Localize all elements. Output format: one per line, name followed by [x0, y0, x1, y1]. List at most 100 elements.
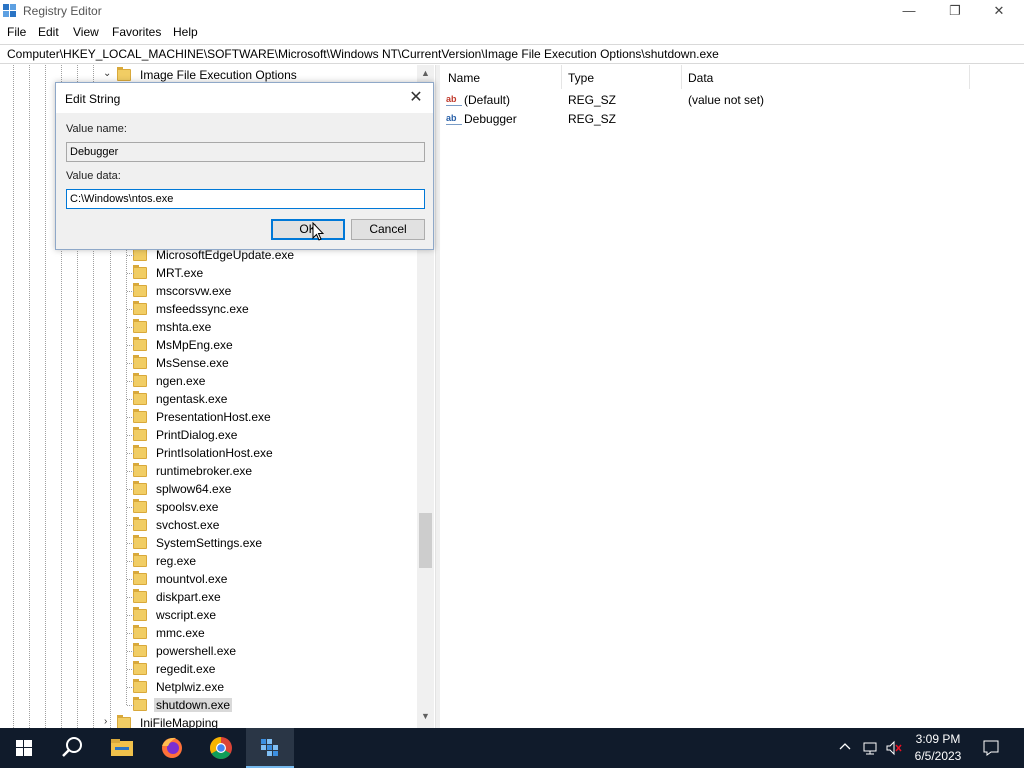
value-type: REG_SZ: [568, 93, 617, 107]
tree-item-label: SystemSettings.exe: [156, 536, 263, 550]
menu-edit[interactable]: Edit: [38, 25, 59, 39]
column-header-data[interactable]: Data: [680, 65, 970, 89]
registry-editor-taskbar-icon[interactable]: [246, 728, 294, 768]
folder-icon: [133, 697, 147, 711]
tree-item-label: wscript.exe: [156, 608, 217, 622]
value-data-label: Value data:: [66, 170, 121, 182]
tree-item-label: diskpart.exe: [156, 590, 221, 604]
folder-icon: [133, 247, 147, 261]
folder-icon: [133, 355, 147, 369]
tree-item-label: shutdown.exe: [154, 698, 233, 712]
registry-editor-icon: [3, 4, 17, 18]
tree-item-label: PresentationHost.exe: [156, 410, 271, 424]
firefox-icon[interactable]: [148, 728, 196, 768]
folder-icon: [133, 661, 147, 675]
folder-icon: [133, 499, 147, 513]
folder-icon: [133, 517, 147, 531]
values-list[interactable]: Name Type Data ab (Default) REG_SZ (valu…: [440, 65, 1024, 728]
close-button[interactable]: ✕: [976, 0, 1022, 22]
folder-icon: [133, 337, 147, 351]
folder-icon: [133, 535, 147, 549]
string-value-icon: ab: [446, 111, 462, 125]
value-name: (Default): [464, 93, 511, 107]
folder-icon: [133, 319, 147, 333]
search-icon[interactable]: [48, 728, 96, 768]
address-bar[interactable]: Computer\HKEY_LOCAL_MACHINE\SOFTWARE\Mic…: [0, 44, 1024, 64]
value-name-field: Debugger: [66, 142, 425, 162]
menu-view[interactable]: View: [73, 25, 99, 39]
folder-icon: [133, 679, 147, 693]
cancel-button[interactable]: Cancel: [351, 219, 425, 240]
folder-icon: [133, 553, 147, 567]
folder-icon: [133, 589, 147, 603]
tree-item-label: MicrosoftEdgeUpdate.exe: [156, 248, 295, 262]
tree-item-label: spoolsv.exe: [156, 500, 219, 514]
menu-favorites[interactable]: Favorites: [112, 25, 161, 39]
dialog-title-bar: Edit String ✕: [56, 83, 433, 113]
folder-icon: [133, 391, 147, 405]
window-title: Registry Editor: [23, 4, 102, 18]
tree-item-label: regedit.exe: [156, 662, 216, 676]
menu-help[interactable]: Help: [173, 25, 198, 39]
network-icon[interactable]: [862, 740, 878, 756]
folder-icon: [133, 625, 147, 639]
tree-item-label: MsMpEng.exe: [156, 338, 233, 352]
folder-icon: [117, 67, 131, 81]
chevron-up-icon[interactable]: [838, 740, 852, 754]
tree-item-label: powershell.exe: [156, 644, 237, 658]
folder-icon: [133, 301, 147, 315]
tree-item-label: ngentask.exe: [156, 392, 228, 406]
tree-item-label: ngen.exe: [156, 374, 206, 388]
folder-icon: [133, 373, 147, 387]
menu-file[interactable]: File: [7, 25, 26, 39]
taskbar: 3:09 PM 6/5/2023: [0, 728, 1024, 768]
folder-icon: [133, 283, 147, 297]
clock-date[interactable]: 6/5/2023: [906, 749, 970, 763]
folder-icon: [133, 481, 147, 495]
tree-item-label: PrintDialog.exe: [156, 428, 238, 442]
file-explorer-icon[interactable]: [98, 728, 146, 768]
column-header-name[interactable]: Name: [440, 65, 562, 89]
title-bar: Registry Editor — ❐ ✕: [0, 0, 1024, 22]
start-icon[interactable]: [0, 728, 48, 768]
value-type: REG_SZ: [568, 112, 617, 126]
tree-item-label: Netplwiz.exe: [156, 680, 225, 694]
dialog-title: Edit String: [65, 92, 121, 106]
folder-icon: [133, 463, 147, 477]
dialog-close-button[interactable]: ✕: [405, 87, 427, 109]
tree-item-label: MRT.exe: [156, 266, 204, 280]
folder-icon: [133, 445, 147, 459]
tree-item-label: PrintIsolationHost.exe: [156, 446, 273, 460]
tree-item-label: mmc.exe: [156, 626, 205, 640]
chrome-icon[interactable]: [197, 728, 245, 768]
folder-icon: [133, 571, 147, 585]
folder-icon: [133, 265, 147, 279]
folder-icon: [133, 643, 147, 657]
tree-item-label: splwow64.exe: [156, 482, 232, 496]
collapse-chevron-icon[interactable]: ⌄: [103, 68, 111, 79]
folder-icon: [133, 409, 147, 423]
value-row[interactable]: ab (Default) REG_SZ (value not set): [440, 90, 1024, 109]
minimize-button[interactable]: —: [886, 0, 932, 22]
volume-muted-icon[interactable]: [885, 740, 903, 756]
ok-button[interactable]: OK: [271, 219, 345, 240]
scroll-up-arrow-icon[interactable]: ▲: [417, 65, 434, 82]
value-row[interactable]: ab Debugger REG_SZ: [440, 109, 1024, 128]
notifications-icon[interactable]: [982, 739, 1000, 757]
tree-item-label: svchost.exe: [156, 518, 220, 532]
column-header-type[interactable]: Type: [560, 65, 682, 89]
value-data-field[interactable]: C:\Windows\ntos.exe: [66, 189, 425, 209]
scroll-down-arrow-icon[interactable]: ▼: [417, 708, 434, 725]
tree-item-label: runtimebroker.exe: [156, 464, 253, 478]
value-name-label: Value name:: [66, 123, 127, 135]
scroll-thumb[interactable]: [419, 513, 432, 568]
restore-button[interactable]: ❐: [932, 0, 978, 22]
clock-time[interactable]: 3:09 PM: [906, 732, 970, 746]
tree-item-label: reg.exe: [156, 554, 197, 568]
tree-item-label: mountvol.exe: [156, 572, 228, 586]
expand-chevron-icon[interactable]: ›: [104, 716, 107, 727]
tree-item-label: MsSense.exe: [156, 356, 229, 370]
folder-icon: [133, 607, 147, 621]
tree-item-label: mscorsvw.exe: [156, 284, 232, 298]
folder-icon: [133, 427, 147, 441]
